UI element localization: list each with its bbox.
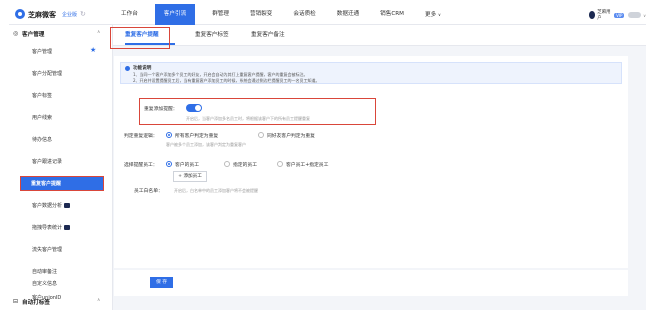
tag-icon: ⊟ — [13, 298, 19, 305]
notice-line: 2、开启并设置提醒员工后，当有重复客户添加员工的时候，系统会通过侧边栏提醒员工的… — [133, 78, 320, 83]
user-avatar — [589, 11, 596, 19]
chevron-up-icon: ∧ — [97, 298, 101, 303]
nav-marketing[interactable]: 营销裂变 — [246, 4, 276, 25]
tab-duplicate-tags[interactable]: 重复客户标签 — [195, 25, 229, 46]
nav-more[interactable]: 更多 ∨ — [421, 4, 445, 25]
sidebar-item-label: 客户数据分析 — [32, 203, 63, 209]
employee-option-customer[interactable]: 客户的员工 — [175, 161, 199, 168]
sidebar-item-label: 客户分配管理 — [32, 71, 63, 77]
add-employee-button[interactable]: + 添加员工 — [173, 171, 207, 182]
sidebar-item-customer-management[interactable]: 客户管理 ★ — [9, 44, 113, 58]
employee-option-specified[interactable]: 指定的员工 — [233, 161, 257, 168]
logic-label: 判定重复逻辑： — [124, 134, 158, 139]
logic-radio-all[interactable] — [166, 132, 172, 138]
footer-bar: 保 存 — [114, 270, 628, 296]
employee-radio-both[interactable] — [277, 161, 283, 167]
sidebar-item-label: 流失客户管理 — [32, 247, 63, 253]
diamond-icon — [64, 225, 71, 230]
settings-panel: 功能说明 1、当同一个客户添加多个员工的好友，开启会自动为其打上重复客户提醒，客… — [114, 56, 628, 268]
sidebar-item-label: 客户跟进记录 — [32, 159, 63, 165]
sidebar-group-auto-tag[interactable]: ⊟ 自动打标签 ∧ — [9, 296, 113, 308]
employee-option-both[interactable]: 客户员工+指定员工 — [286, 161, 328, 168]
sidebar-item-label: 自动审备注 — [32, 269, 58, 275]
app-version[interactable]: 企业版 — [62, 11, 77, 18]
app-title: 芝麻微客 — [28, 11, 56, 19]
nav-workbench[interactable]: 工作台 — [117, 4, 142, 25]
main-nav: 工作台 客户引流 群管理 营销裂变 会话质检 数据迁通 销售CRM 更多 ∨ — [117, 4, 458, 25]
account-avatar — [628, 12, 642, 18]
nav-crm[interactable]: 销售CRM — [376, 4, 408, 25]
chevron-up-icon: ∧ — [97, 30, 101, 35]
top-bar: 芝麻微客 企业版 ↻ 工作台 客户引流 群管理 营销裂变 会话质检 数据迁通 销… — [9, 4, 646, 25]
sidebar-item-label: 待办信息 — [32, 137, 53, 143]
sidebar-item-label: 自定义信息 — [32, 281, 58, 287]
sidebar-item-label: 拖拽导表统计 — [32, 225, 63, 231]
logic-option-all[interactable]: 所有客户判定为重复 — [175, 132, 218, 139]
whitelist-hint: 开启后，白名单中的员工添加客户将不会被提醒 — [174, 188, 258, 193]
nav-data[interactable]: 数据迁通 — [333, 4, 363, 25]
sidebar: ◎ 客户管理 ∧ 客户管理 ★ 客户分配管理 客户标签 用户线索 待办信息 客户… — [9, 25, 113, 310]
sidebar-item-leads[interactable]: 用户线索 — [9, 110, 113, 124]
sidebar-item-followup[interactable]: 客户跟进记录 — [9, 154, 113, 168]
sidebar-item-label: 客户标签 — [32, 93, 53, 99]
employee-radio-specified[interactable] — [224, 161, 230, 167]
toggle-hint: 开启后，当客户添加多名员工时，将根据该客户下的所有员工提醒重复 — [186, 116, 310, 121]
chevron-down-icon: ∨ — [643, 12, 646, 18]
employee-label: 选择提醒员工： — [124, 163, 158, 168]
toggle-label: 重复添加提醒： — [144, 107, 178, 112]
info-icon — [125, 66, 130, 71]
sidebar-item-allocation[interactable]: 客户分配管理 — [9, 66, 113, 80]
notice-title: 功能说明 — [133, 66, 152, 71]
user-name: 芝麻用户 — [597, 10, 611, 21]
highlight-box — [20, 176, 104, 191]
user-menu[interactable]: 芝麻用户 VIP ∨ — [589, 9, 646, 21]
whitelist-label: 员工白名单： — [134, 189, 163, 194]
notice-box: 功能说明 1、当同一个客户添加多个员工的好友，开启会自动为其打上重复客户提醒，客… — [120, 62, 622, 84]
refresh-icon[interactable]: ↻ — [80, 10, 86, 18]
employee-radio-customer[interactable] — [166, 161, 172, 167]
tab-duplicate-remarks[interactable]: 重复客户备注 — [251, 25, 285, 46]
logo-icon — [15, 9, 25, 19]
nav-session-qc[interactable]: 会话质检 — [289, 4, 319, 25]
sidebar-item-label: 客户管理 — [32, 49, 53, 55]
diamond-icon — [64, 203, 71, 208]
logic-radio-same-friend[interactable] — [258, 132, 264, 138]
sidebar-item-label: 用户线索 — [32, 115, 53, 121]
save-button[interactable]: 保 存 — [150, 277, 173, 288]
logic-option-same-friend[interactable]: 同好友客户判定为重复 — [267, 132, 315, 139]
nav-more-label: 更多 — [424, 12, 437, 18]
sidebar-item-churn[interactable]: 流失客户管理 — [9, 242, 113, 256]
chevron-down-icon: ∨ — [437, 12, 441, 17]
sidebar-item-tags[interactable]: 客户标签 — [9, 88, 113, 102]
sidebar-group-customer[interactable]: ◎ 客户管理 ∧ — [9, 28, 113, 40]
duplicate-reminder-toggle[interactable] — [186, 104, 202, 112]
star-icon[interactable]: ★ — [90, 46, 96, 54]
sidebar-group-label: 自动打标签 — [22, 300, 50, 306]
tab-bar: 重复客户提醒 重复客户标签 重复客户备注 — [113, 25, 646, 46]
sidebar-group-label: 客户管理 — [22, 32, 45, 38]
customer-group-icon: ◎ — [13, 30, 19, 37]
vip-badge: VIP — [614, 12, 625, 18]
sidebar-item-custom-info[interactable]: 自定义信息 — [9, 276, 113, 290]
logic-hint: 客户被多个员工添加，该客户判定为重复客户 — [166, 142, 246, 147]
sidebar-item-todo[interactable]: 待办信息 — [9, 132, 113, 146]
nav-group-management[interactable]: 群管理 — [208, 4, 233, 25]
nav-customer-traffic[interactable]: 客户引流 — [154, 4, 196, 25]
sidebar-item-export-stats[interactable]: 拖拽导表统计 — [9, 220, 113, 234]
sidebar-item-analysis[interactable]: 客户数据分析 — [9, 198, 113, 212]
highlight-box — [110, 27, 170, 49]
